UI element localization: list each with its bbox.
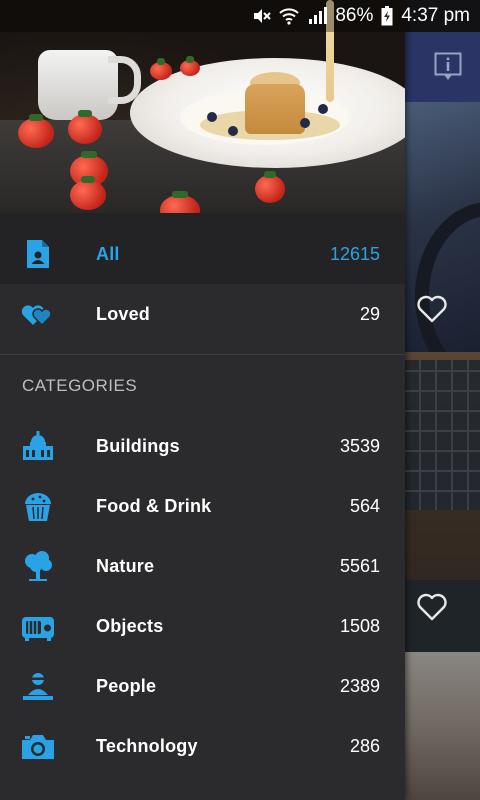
category-label: Food & Drink bbox=[96, 495, 212, 516]
nav-item-count: 12615 bbox=[329, 243, 380, 264]
clock: 4:37 pm bbox=[401, 5, 470, 26]
hearts-icon bbox=[21, 305, 52, 327]
category-count: 286 bbox=[349, 735, 380, 756]
person-icon bbox=[23, 673, 53, 700]
navigation-drawer: All 12615 Loved 29 CATEGORIES Buildings … bbox=[0, 0, 405, 800]
category-item-nature[interactable]: Nature 5561 bbox=[0, 536, 405, 596]
category-item-technology[interactable]: Technology 286 bbox=[0, 716, 405, 776]
tree-icon bbox=[25, 551, 52, 581]
category-count: 2389 bbox=[339, 675, 380, 696]
nav-item-label: All bbox=[96, 243, 120, 264]
mute-icon bbox=[254, 9, 272, 23]
category-item-food-drink[interactable]: Food & Drink 564 bbox=[0, 476, 405, 536]
wallpaper-thumbnail[interactable] bbox=[405, 652, 480, 800]
status-bar: 86% 4:37 pm bbox=[0, 0, 480, 32]
category-label: Buildings bbox=[96, 435, 180, 456]
nav-item-label: Loved bbox=[96, 303, 151, 324]
wifi-icon bbox=[279, 8, 300, 25]
building-icon bbox=[23, 431, 53, 460]
category-count: 5561 bbox=[339, 555, 380, 576]
category-count: 3539 bbox=[339, 435, 380, 456]
category-label: Nature bbox=[96, 555, 155, 576]
signal-icon bbox=[309, 7, 328, 24]
nav-item-count: 29 bbox=[359, 303, 380, 324]
section-header: CATEGORIES bbox=[22, 376, 138, 395]
info-icon[interactable] bbox=[434, 52, 462, 82]
category-count: 1508 bbox=[339, 615, 380, 636]
nav-item-all[interactable]: All 12615 bbox=[0, 224, 405, 284]
heart-icon[interactable] bbox=[416, 593, 448, 621]
divider bbox=[0, 354, 405, 355]
category-label: People bbox=[96, 675, 157, 696]
heart-icon[interactable] bbox=[416, 295, 448, 323]
category-item-buildings[interactable]: Buildings 3539 bbox=[0, 416, 405, 476]
category-label: Objects bbox=[96, 615, 164, 636]
nav-item-loved[interactable]: Loved 29 bbox=[0, 284, 405, 344]
camera-icon bbox=[22, 735, 54, 759]
category-item-objects[interactable]: Objects 1508 bbox=[0, 596, 405, 656]
document-person-icon bbox=[27, 240, 49, 268]
battery-icon bbox=[381, 6, 393, 26]
battery-percentage: 86% bbox=[335, 5, 374, 26]
radio-icon bbox=[22, 617, 54, 641]
category-count: 564 bbox=[349, 495, 380, 516]
category-label: Technology bbox=[96, 735, 198, 756]
muffin-icon bbox=[25, 493, 51, 521]
category-item-people[interactable]: People 2389 bbox=[0, 656, 405, 716]
